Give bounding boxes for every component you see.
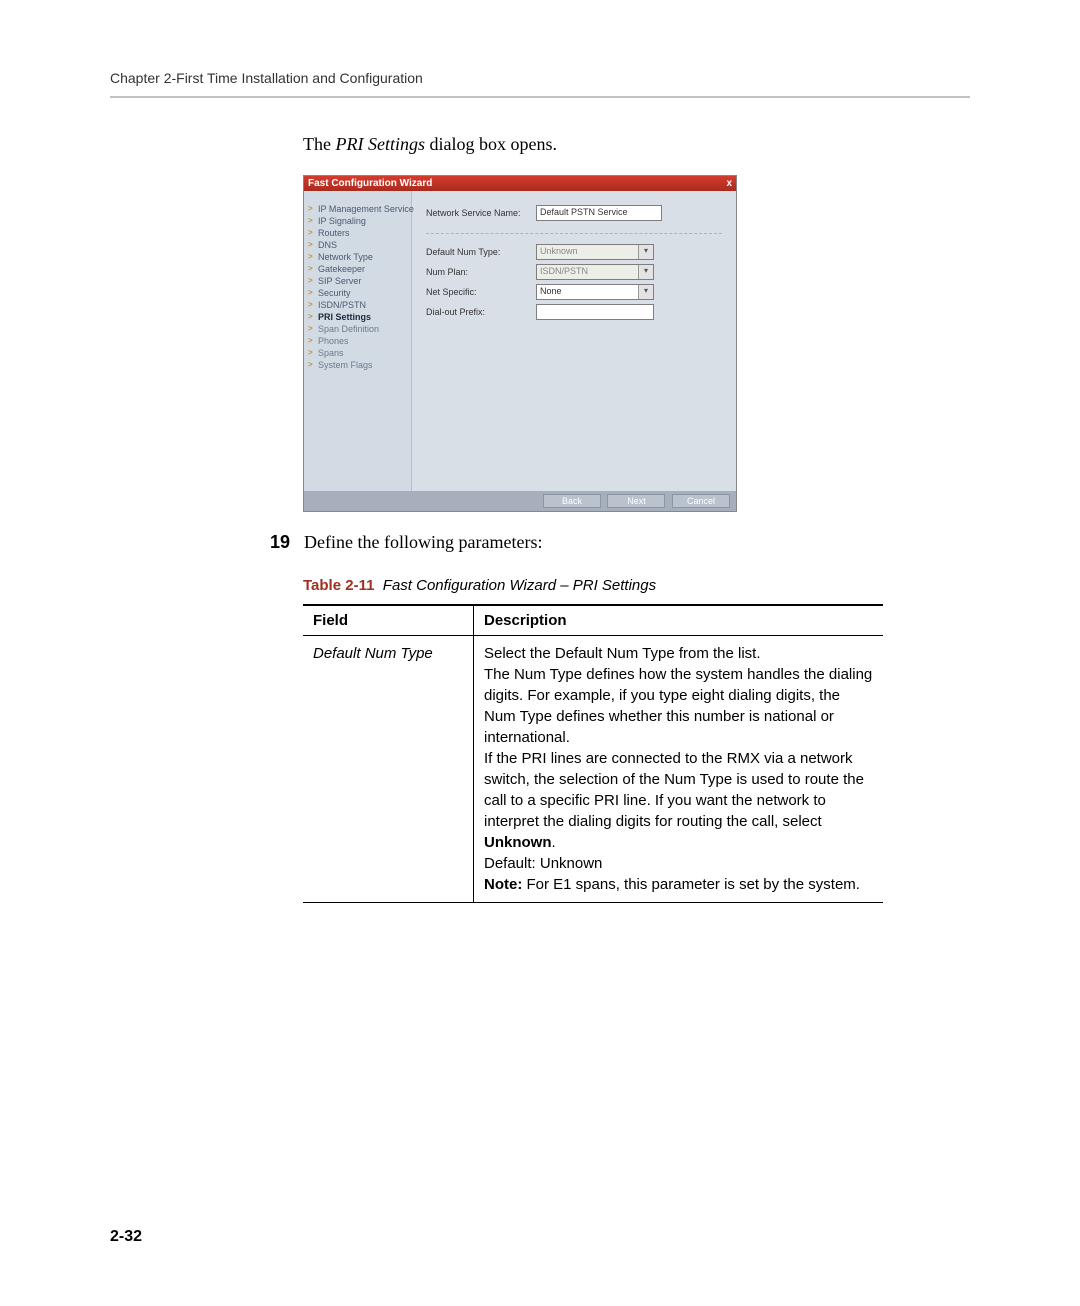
- chevron-down-icon: ▾: [638, 245, 653, 259]
- section-divider: [426, 233, 722, 234]
- select-value: ISDN/PSTN: [540, 266, 588, 276]
- input-service-name[interactable]: Default PSTN Service: [536, 205, 662, 221]
- dialog-footer: Back Next Cancel: [304, 491, 736, 511]
- next-button[interactable]: Next: [607, 494, 665, 508]
- intro-italic: PRI Settings: [335, 134, 424, 154]
- select-num-plan[interactable]: ISDN/PSTN ▾: [536, 264, 654, 280]
- label-num-plan: Num Plan:: [426, 267, 536, 277]
- chapter-header: Chapter 2-First Time Installation and Co…: [110, 70, 970, 86]
- desc-p4: Default: Unknown: [484, 853, 873, 874]
- nav-dns[interactable]: DNS: [308, 239, 407, 251]
- nav-ip-signaling[interactable]: IP Signaling: [308, 215, 407, 227]
- param-table: Field Description Default Num Type Selec…: [303, 604, 883, 903]
- dialog-nav: IP Management Service IP Signaling Route…: [304, 191, 412, 491]
- table-caption: Table 2-11 Fast Configuration Wizard – P…: [303, 577, 970, 594]
- intro-line: The PRI Settings dialog box opens.: [303, 134, 970, 155]
- nav-routers[interactable]: Routers: [308, 227, 407, 239]
- nav-pri-settings[interactable]: PRI Settings: [308, 311, 407, 323]
- nav-ip-mgmt[interactable]: IP Management Service: [308, 203, 407, 215]
- nav-isdn[interactable]: ISDN/PSTN: [308, 299, 407, 311]
- desc-p5: Note: For E1 spans, this parameter is se…: [484, 874, 873, 895]
- step-text: Define the following parameters:: [304, 532, 542, 552]
- nav-sysflags[interactable]: System Flags: [308, 359, 407, 371]
- step-number: 19: [270, 532, 290, 552]
- select-default-num-type[interactable]: Unknown ▾: [536, 244, 654, 260]
- label-default-num-type: Default Num Type:: [426, 247, 536, 257]
- desc-p5-rest: For E1 spans, this parameter is set by t…: [522, 876, 860, 893]
- desc-p3-post: .: [552, 834, 556, 851]
- cancel-button[interactable]: Cancel: [672, 494, 730, 508]
- nav-network-type[interactable]: Network Type: [308, 251, 407, 263]
- back-button[interactable]: Back: [543, 494, 601, 508]
- dialog-content: Network Service Name: Default PSTN Servi…: [412, 191, 736, 491]
- label-dial-out: Dial-out Prefix:: [426, 307, 536, 317]
- select-value: None: [540, 286, 562, 296]
- dialog-title-text: Fast Configuration Wizard: [308, 178, 432, 189]
- step-line: 19 Define the following parameters:: [270, 532, 970, 553]
- chevron-down-icon: ▾: [638, 265, 653, 279]
- caption-title: Fast Configuration Wizard – PRI Settings: [383, 577, 656, 594]
- intro-post: dialog box opens.: [425, 134, 557, 154]
- close-icon[interactable]: x: [726, 178, 732, 189]
- input-dial-out[interactable]: [536, 304, 654, 320]
- nav-sip[interactable]: SIP Server: [308, 275, 407, 287]
- th-desc: Description: [474, 605, 884, 636]
- nav-spans[interactable]: Spans: [308, 347, 407, 359]
- nav-gatekeeper[interactable]: Gatekeeper: [308, 263, 407, 275]
- select-value: Unknown: [540, 246, 578, 256]
- dialog-titlebar: Fast Configuration Wizard x: [304, 176, 736, 191]
- caption-number: Table 2-11: [303, 577, 374, 594]
- dialog-pri-settings: Fast Configuration Wizard x IP Managemen…: [303, 175, 737, 512]
- desc-p3-pre: If the PRI lines are connected to the RM…: [484, 750, 864, 830]
- chevron-down-icon: ▾: [638, 285, 653, 299]
- cell-desc: Select the Default Num Type from the lis…: [474, 636, 884, 903]
- cell-field: Default Num Type: [303, 636, 474, 903]
- nav-span-def[interactable]: Span Definition: [308, 323, 407, 335]
- divider: [110, 96, 970, 98]
- nav-phones[interactable]: Phones: [308, 335, 407, 347]
- desc-p1: Select the Default Num Type from the lis…: [484, 643, 873, 664]
- label-net-specific: Net Specific:: [426, 287, 536, 297]
- intro-pre: The: [303, 134, 335, 154]
- desc-p2: The Num Type defines how the system hand…: [484, 664, 873, 748]
- th-field: Field: [303, 605, 474, 636]
- nav-security[interactable]: Security: [308, 287, 407, 299]
- desc-p3-bold: Unknown: [484, 834, 552, 851]
- label-service-name: Network Service Name:: [426, 208, 536, 218]
- select-net-specific[interactable]: None ▾: [536, 284, 654, 300]
- desc-p3: If the PRI lines are connected to the RM…: [484, 748, 873, 853]
- desc-p5-bold: Note:: [484, 876, 522, 893]
- table-row: Default Num Type Select the Default Num …: [303, 636, 883, 903]
- page-number: 2-32: [110, 1228, 142, 1246]
